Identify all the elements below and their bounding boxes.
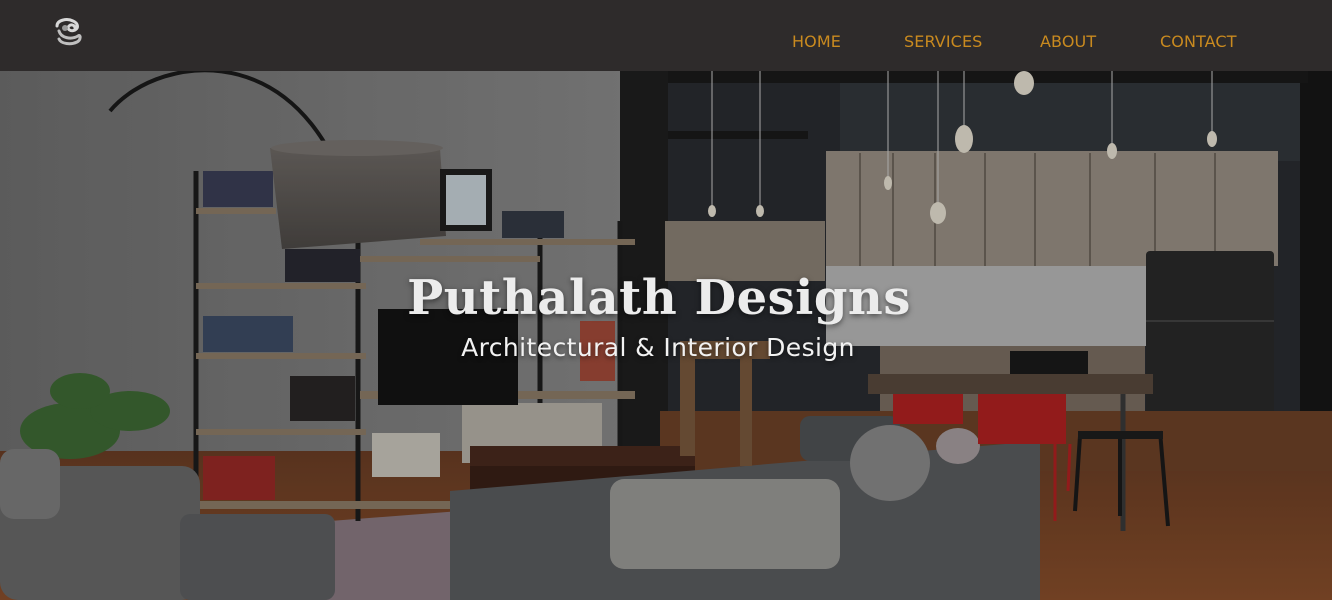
top-navbar: HOME SERVICES ABOUT CONTACT bbox=[0, 0, 1332, 71]
nav-home-link[interactable]: HOME bbox=[792, 32, 841, 51]
hero-subtitle: Architectural & Interior Design bbox=[461, 333, 855, 362]
hero-title: Puthalath Designs bbox=[407, 270, 911, 326]
swirl-logo-icon[interactable] bbox=[51, 16, 85, 48]
nav-about-link[interactable]: ABOUT bbox=[1040, 32, 1096, 51]
nav-services-link[interactable]: SERVICES bbox=[904, 32, 982, 51]
nav-contact-link[interactable]: CONTACT bbox=[1160, 32, 1237, 51]
hero-section: Puthalath Designs Architectural & Interi… bbox=[0, 71, 1332, 600]
